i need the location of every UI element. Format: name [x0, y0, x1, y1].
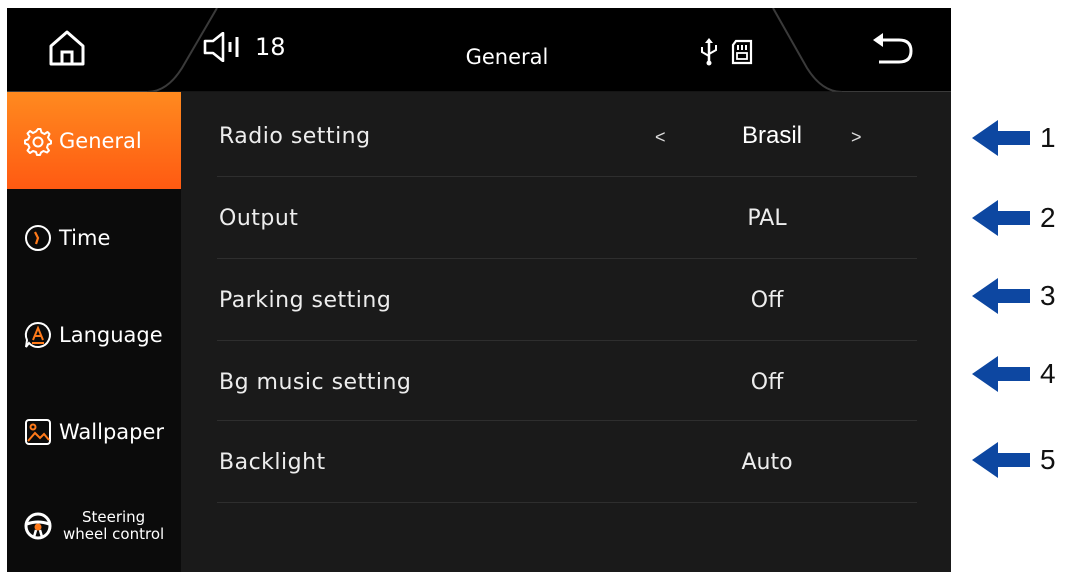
usb-icon	[701, 38, 717, 66]
annotation-number: 1	[1040, 122, 1056, 153]
annotation-3: 3	[972, 276, 1068, 316]
sidebar-item-label: General	[59, 128, 142, 153]
sidebar: General Time Language Wallpaper Steering…	[7, 92, 181, 572]
volume-level: 18	[255, 33, 286, 61]
annotation-number: 2	[1040, 202, 1056, 233]
steering-wheel-icon	[23, 511, 53, 541]
setting-label: Radio setting	[219, 124, 371, 149]
setting-value: PAL	[747, 206, 787, 231]
annotation-number: 3	[1040, 280, 1056, 311]
arrow-left-icon	[972, 442, 1030, 478]
arrow-left-icon	[972, 200, 1030, 236]
sd-card-icon	[731, 39, 753, 65]
sidebar-item-time[interactable]: Time	[7, 189, 181, 286]
sidebar-item-label: Language	[59, 322, 163, 347]
usb-status	[699, 38, 719, 71]
sd-card-status	[730, 39, 754, 70]
arrow-left-icon	[972, 120, 1030, 156]
clock-icon	[23, 223, 53, 253]
back-icon	[873, 33, 913, 64]
setting-label: Parking setting	[219, 288, 392, 313]
home-icon	[49, 30, 85, 66]
setting-value: Off	[750, 370, 784, 395]
sidebar-item-label: Time	[59, 225, 111, 250]
arrow-left-icon	[972, 356, 1030, 392]
setting-value: Auto	[741, 450, 793, 475]
head-unit-screen: 18 General General Time Language Wallpap…	[7, 8, 951, 572]
sidebar-item-wallpaper[interactable]: Wallpaper	[7, 383, 181, 480]
arrow-left-icon	[972, 278, 1030, 314]
sidebar-item-label: Steering wheel control	[63, 508, 165, 543]
next-option-button[interactable]: >	[851, 127, 862, 148]
annotation-5: 5	[972, 440, 1068, 480]
back-button[interactable]	[869, 30, 917, 70]
annotation-number: 4	[1040, 358, 1056, 389]
volume-indicator[interactable]: 18	[203, 32, 286, 62]
setting-row-output[interactable]: Output PAL	[217, 178, 917, 259]
home-button[interactable]	[45, 26, 89, 70]
sidebar-item-label: Wallpaper	[59, 419, 165, 444]
previous-option-button[interactable]: <	[655, 127, 666, 148]
speaker-icon	[203, 32, 239, 62]
annotation-4: 4	[972, 354, 1068, 394]
gear-icon	[23, 126, 53, 156]
language-icon	[23, 320, 53, 350]
wallpaper-icon	[23, 417, 53, 447]
annotation-2: 2	[972, 198, 1068, 238]
sidebar-item-steering-wheel-control[interactable]: Steering wheel control	[7, 480, 181, 572]
setting-row-radio[interactable]: Radio setting < Brasil >	[217, 96, 917, 177]
setting-row-bg-music[interactable]: Bg music setting Off	[217, 342, 917, 421]
setting-label: Bg music setting	[219, 370, 412, 395]
setting-value: Off	[750, 288, 784, 313]
setting-value: Brasil	[741, 122, 802, 149]
sidebar-item-language[interactable]: Language	[7, 286, 181, 383]
annotation-1: 1	[972, 118, 1068, 158]
sidebar-item-general[interactable]: General	[7, 92, 181, 189]
setting-row-parking[interactable]: Parking setting Off	[217, 260, 917, 341]
annotation-number: 5	[1040, 444, 1056, 475]
top-bar: 18 General	[7, 8, 951, 92]
settings-list: Radio setting < Brasil > Output PAL Park…	[181, 92, 951, 572]
setting-label: Output	[219, 206, 299, 231]
page-title: General	[465, 45, 549, 69]
setting-label: Backlight	[219, 450, 326, 475]
setting-row-backlight[interactable]: Backlight Auto	[217, 422, 917, 503]
